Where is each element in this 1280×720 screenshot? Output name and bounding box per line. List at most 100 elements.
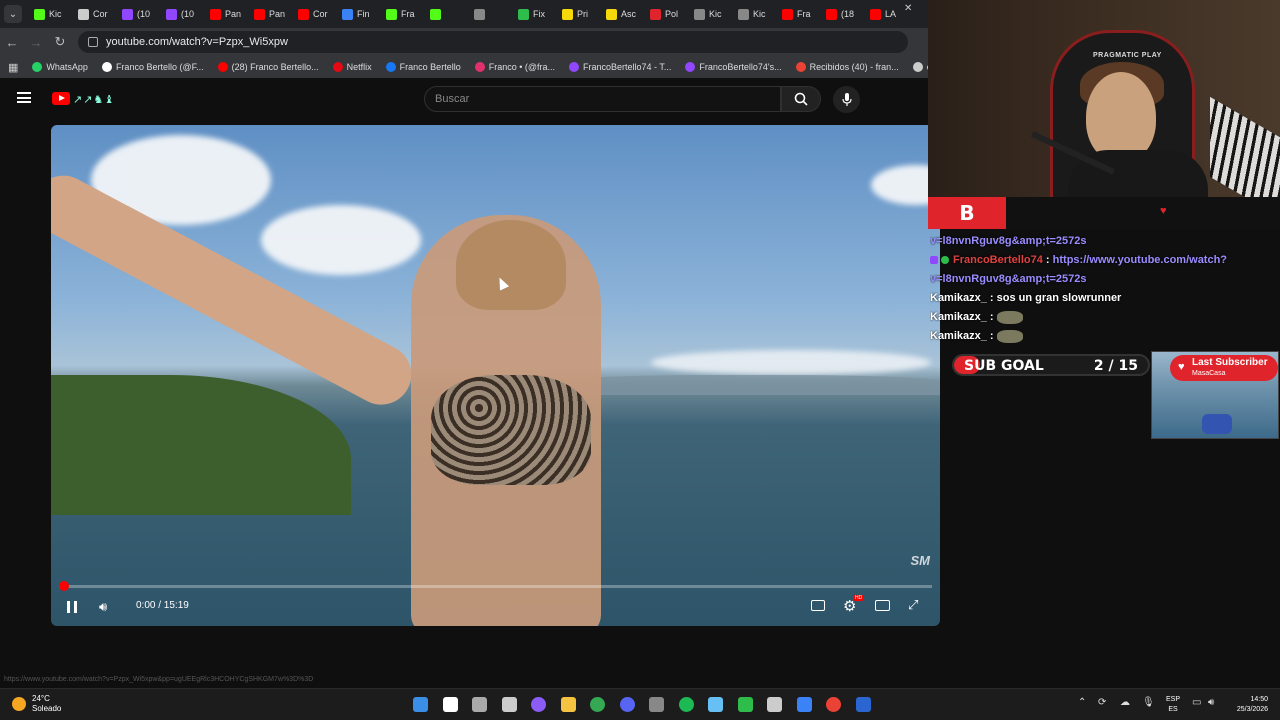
chat-text[interactable]: v=l8nvnRguv8g&amp;t=2572s	[930, 235, 1087, 247]
tab-favicon-icon	[518, 8, 529, 20]
bookmark-item[interactable]: Franco • (@fra...	[474, 62, 555, 72]
app-icon-2[interactable]	[767, 697, 782, 712]
browser-tab[interactable]: Pol	[646, 3, 690, 25]
chat-text[interactable]: v=l8nvnRguv8g&amp;t=2572s	[930, 273, 1087, 285]
remote-icon[interactable]	[796, 697, 812, 712]
video-player[interactable]: SM 🔊︎ 0:00 / 15:19 ⚙ HD ⤢	[51, 125, 940, 626]
spotify-icon[interactable]	[678, 697, 694, 712]
chat-text[interactable]: https://www.youtube.com/watch?	[1053, 254, 1227, 266]
clock[interactable]: 14:50 25/3/2026	[1224, 695, 1268, 715]
voice-search-button[interactable]	[833, 86, 860, 113]
language-bottom: ES	[1168, 706, 1178, 713]
stream-chat: v=l8nvnRguv8g&amp;t=2572s FrancoBertello7…	[930, 232, 1275, 346]
bookmark-item[interactable]: Recibidos (40) - fran...	[795, 62, 899, 72]
chrome-icon-2[interactable]	[826, 697, 841, 712]
theater-mode-icon[interactable]	[875, 600, 890, 611]
browser-tab[interactable]: Asc	[602, 3, 646, 25]
youtube-header: ↗↗♞♝ Buscar	[0, 80, 928, 120]
mic-tray-icon[interactable]: 🎙︎	[1142, 697, 1155, 708]
windows-start-icon[interactable]	[413, 697, 428, 712]
browser-tab[interactable]: Cor	[294, 3, 338, 25]
apps-icon[interactable]: ▦	[8, 61, 18, 74]
search-icon[interactable]	[442, 697, 458, 712]
back-icon[interactable]: ←	[0, 35, 24, 50]
volume-icon[interactable]: 🔊︎	[99, 599, 107, 615]
language-indicator[interactable]: ESP ES	[1166, 695, 1180, 715]
browser-tab[interactable]	[426, 3, 470, 25]
cloud	[651, 350, 931, 375]
browser-tab[interactable]: Kic	[690, 3, 734, 25]
mountains	[551, 375, 940, 395]
tab-label: Fra	[401, 9, 415, 19]
sub-goal-label: SUB GOAL	[964, 358, 1044, 374]
obs-icon[interactable]	[649, 697, 664, 712]
bookmark-label: WhatsApp	[46, 62, 88, 72]
menu-icon[interactable]	[17, 92, 31, 103]
browser-tab[interactable]: Pan	[206, 3, 250, 25]
tab-favicon-icon	[474, 8, 485, 20]
close-tab-icon[interactable]: ✕	[904, 3, 912, 25]
store-icon[interactable]	[501, 697, 517, 712]
search-input[interactable]: Buscar	[424, 86, 781, 112]
browser-tab[interactable]: Fra	[778, 3, 822, 25]
bookmark-item[interactable]: Franco Bertello (@F...	[101, 62, 204, 72]
reload-icon[interactable]: ↻	[48, 34, 72, 50]
pause-icon[interactable]	[67, 601, 77, 613]
app-icon[interactable]	[737, 697, 753, 712]
bookmark-item[interactable]: FrancoBertello74 - T...	[569, 62, 671, 72]
cortana-icon[interactable]	[531, 697, 546, 712]
browser-tab[interactable]: Pan	[250, 3, 294, 25]
browser-tab[interactable]: (10	[118, 3, 162, 25]
browser-tab[interactable]: Kic	[30, 3, 74, 25]
stream-logo: B	[928, 197, 1006, 229]
malwarebytes-icon[interactable]	[855, 697, 871, 712]
tab-label: Fin	[357, 9, 370, 19]
steam-icon[interactable]	[708, 697, 723, 712]
volume-tray-icon[interactable]: 🔊︎	[1208, 697, 1214, 708]
chrome-icon[interactable]	[590, 697, 605, 712]
youtube-doodle[interactable]: ↗↗♞♝	[73, 93, 115, 106]
cloud-tray-icon[interactable]: ☁	[1120, 697, 1130, 708]
forward-icon[interactable]: →	[24, 35, 48, 50]
browser-tab[interactable]: Cor	[74, 3, 118, 25]
bookmark-favicon-icon	[32, 62, 43, 72]
browser-tab[interactable]: Fra	[382, 3, 426, 25]
bookmark-item[interactable]: FrancoBertello74's...	[685, 62, 782, 72]
tray-chevron-icon[interactable]: ⌃	[1078, 697, 1086, 708]
browser-tab[interactable]: (18	[822, 3, 866, 25]
bookmark-item[interactable]: (28) Franco Bertello...	[217, 62, 319, 72]
browser-tab[interactable]: (10	[162, 3, 206, 25]
browser-tab[interactable]: Fin	[338, 3, 382, 25]
browser-tab[interactable]	[470, 3, 514, 25]
microphone-icon	[841, 92, 852, 106]
search-button[interactable]	[781, 86, 821, 112]
chat-separator: :	[986, 292, 997, 304]
url-text: youtube.com/watch?v=Pzpx_Wi5xpw	[106, 36, 288, 48]
youtube-logo[interactable]	[52, 92, 70, 105]
bookmark-item[interactable]: Franco Bertello	[385, 62, 461, 72]
bookmark-label: FrancoBertello74 - T...	[583, 62, 672, 72]
browser-tab[interactable]: Kic	[734, 3, 778, 25]
task-view-icon[interactable]	[472, 697, 487, 712]
fullscreen-icon[interactable]: ⤢	[908, 597, 918, 613]
tab-favicon-icon	[342, 8, 353, 20]
tab-label: Pan	[225, 9, 242, 19]
chat-separator: :	[986, 330, 997, 342]
subtitles-icon[interactable]	[811, 600, 825, 611]
url-field[interactable]: youtube.com/watch?v=Pzpx_Wi5xpw	[78, 31, 908, 53]
site-info-icon[interactable]	[88, 37, 98, 47]
weather-widget[interactable]: 24°C Soleado	[12, 694, 61, 714]
heart-icon: ♥	[1178, 361, 1185, 373]
display-tray-icon[interactable]: ▭	[1192, 697, 1201, 708]
bookmark-item[interactable]: Netflix	[332, 62, 372, 72]
tab-search-icon[interactable]: ⌄	[4, 5, 22, 23]
bookmark-label: (28) Franco Bertello...	[231, 62, 319, 72]
file-explorer-icon[interactable]	[560, 697, 576, 712]
chat-username: FrancoBertello74	[953, 254, 1043, 266]
browser-tab[interactable]: Pri	[558, 3, 602, 25]
bookmark-item[interactable]: WhatsApp	[32, 62, 88, 72]
browser-tab[interactable]: Fix	[514, 3, 558, 25]
network-tray-icon[interactable]: ⟳	[1098, 697, 1106, 708]
bookmark-item[interactable]: outlook	[912, 62, 928, 72]
discord-icon[interactable]	[619, 697, 635, 712]
